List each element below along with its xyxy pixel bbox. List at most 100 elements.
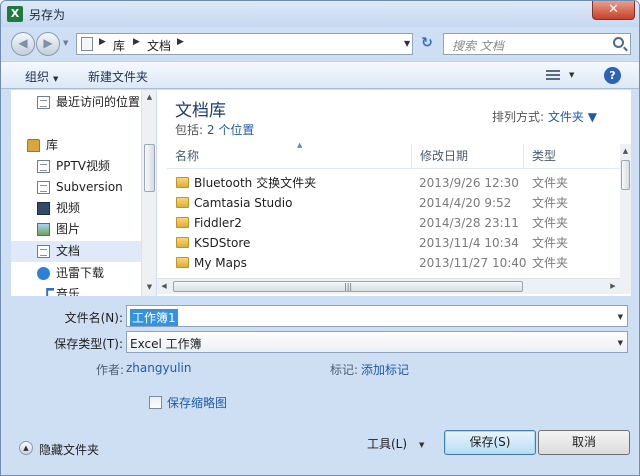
tags-field[interactable]: 添加标记 [361,361,409,378]
document-icon [37,181,50,194]
tags-label: 标记: [330,363,359,377]
arrange-by: 排列方式: 文件夹 ▼ [492,108,597,125]
chevron-up-icon[interactable]: ▲ [19,441,33,455]
scroll-up-icon[interactable]: ▲ [620,144,631,158]
scroll-up-icon[interactable]: ▲ [142,90,157,104]
file-row[interactable]: Bluetooth 交换文件夹 2013/9/26 12:30 文件夹 [167,173,622,193]
column-name[interactable]: 名称 [167,144,412,169]
nav-item-label: 迅雷下载 [56,266,105,280]
chevron-down-icon: ▼ [617,339,623,347]
library-title: 文档库 [175,101,226,121]
nav-item-videos[interactable]: 视频 [11,198,141,219]
scroll-left-icon[interactable]: ◀ [157,279,171,294]
chevron-down-icon[interactable]: ▼ [618,313,623,321]
horizontal-scrollbar[interactable]: ◀ ||| ▶ [157,278,620,294]
file-row[interactable]: My Maps 2013/11/27 10:40 文件夹 [167,253,622,273]
filetype-select[interactable]: Excel 工作簿 ▼ [126,331,628,353]
nav-item-label: 库 [46,138,59,152]
window-title: 另存为 [29,8,66,22]
forward-button[interactable]: ▶ [36,32,60,56]
file-row[interactable]: KSDStore 2013/11/4 10:34 文件夹 [167,233,622,253]
filename-value: 工作簿1 [130,309,178,326]
nav-item-documents[interactable]: 文档 [11,241,141,262]
breadcrumb-documents[interactable]: 文档 [147,37,171,54]
nav-item-recent-places[interactable]: 最近访问的位置 [11,92,141,113]
cancel-button[interactable]: 取消 [538,430,630,455]
save-button[interactable]: 保存(S) [444,430,536,455]
file-date: 2014/3/28 23:11 [419,216,519,230]
arrange-label: 排列方式: [492,110,545,124]
file-type: 文件夹 [532,196,569,210]
filename-label: 文件名(N): [64,311,123,325]
new-folder-button[interactable]: 新建文件夹 [88,68,148,85]
tools-button[interactable]: 工具(L) [367,435,407,452]
address-dropdown[interactable]: ▼ [404,39,410,48]
chevron-down-icon: ▼ [53,75,59,83]
folder-icon [176,197,189,208]
library-includes: 包括: 2 个位置 [175,121,254,138]
close-button[interactable]: ✕ [592,1,635,20]
scroll-thumb[interactable]: ||| [173,281,523,292]
column-type[interactable]: 类型 [524,144,622,169]
file-name: Camtasia Studio [194,196,293,210]
picture-icon [37,223,50,236]
navigation-scrollbar[interactable]: ▲ ▼ [141,90,156,296]
scroll-right-icon[interactable]: ▶ [606,279,620,294]
file-row[interactable]: Camtasia Studio 2014/4/20 9:52 文件夹 [167,193,622,213]
file-name: Fiddler2 [194,216,242,230]
help-icon[interactable]: ? [604,67,621,84]
nav-item-subversion[interactable]: Subversion [11,177,141,198]
nav-item-label: PPTV视频 [56,159,111,173]
filename-field[interactable]: 工作簿1 ▼ [126,305,628,327]
scroll-down-icon[interactable]: ▼ [142,280,157,294]
nav-item-pictures[interactable]: 图片 [11,219,141,240]
author-field[interactable]: zhangyulin [126,361,191,375]
nav-item-pptv[interactable]: PPTV视频 [11,156,141,177]
arrange-by-dropdown[interactable]: 文件夹 ▼ [548,110,597,124]
hide-folders-button[interactable]: 隐藏文件夹 [39,441,99,458]
nav-item-music[interactable]: 音乐 [11,284,141,296]
file-date: 2013/9/26 12:30 [419,176,519,190]
file-type: 文件夹 [532,216,569,230]
recent-locations-dropdown[interactable]: ▼ [63,39,68,47]
filetype-label: 保存类型(T): [54,337,123,351]
column-date[interactable]: 修改日期 [412,144,524,169]
nav-item-label: 图片 [56,222,81,236]
breadcrumb-library[interactable]: 库 [113,37,125,54]
view-options-icon[interactable] [546,70,560,82]
address-bar[interactable]: ▶ 库 ▶ 文档 ▶ [76,33,413,55]
file-name: Bluetooth 交换文件夹 [194,176,317,190]
grip-icon: ||| [344,282,353,291]
locations-link[interactable]: 2 个位置 [207,123,254,137]
save-thumbnail-checkbox[interactable] [149,396,162,409]
scroll-thumb[interactable] [144,144,155,192]
nav-item-label: 文档 [56,244,81,258]
organize-button[interactable]: 组织 ▼ [25,68,58,85]
folder-icon [176,237,189,248]
file-date: 2013/11/27 10:40 [419,256,527,270]
chevron-down-icon[interactable]: ▼ [419,441,424,449]
back-button[interactable]: ◀ [11,32,35,56]
nav-item-library[interactable]: 库 [11,135,141,156]
file-type: 文件夹 [532,176,569,190]
file-list-scrollbar[interactable]: ▲ [620,144,631,294]
chevron-down-icon[interactable]: ▼ [569,71,574,79]
includes-label: 包括: [175,123,204,137]
search-placeholder: 搜索 文档 [452,39,504,53]
nav-item-label: 最近访问的位置 [56,95,141,109]
file-row[interactable]: Fiddler2 2014/3/28 23:11 文件夹 [167,213,622,233]
arrange-value: 文件夹 [547,110,584,124]
video-icon [37,202,50,215]
nav-item-label: 视频 [56,201,81,215]
search-input[interactable]: 搜索 文档 [443,33,631,55]
scroll-thumb[interactable] [621,160,630,190]
refresh-icon[interactable]: ↻ [416,34,438,54]
nav-item-thunder-downloads[interactable]: 迅雷下载 [11,263,141,284]
save-thumbnail-label[interactable]: 保存缩略图 [167,394,227,411]
save-as-dialog: X 另存为 ✕ ◀ ▶ ▼ ▶ 库 ▶ 文档 ▶ ▼ ↻ 搜索 文档 组织 ▼ 新… [0,0,640,476]
breadcrumb-separator-icon[interactable]: ▶ [99,37,106,47]
author-label: 作者: [96,363,125,377]
breadcrumb-separator-icon[interactable]: ▶ [177,37,184,47]
address-row: ◀ ▶ ▼ ▶ 库 ▶ 文档 ▶ ▼ ↻ 搜索 文档 [1,27,639,61]
breadcrumb-separator-icon[interactable]: ▶ [133,37,140,47]
